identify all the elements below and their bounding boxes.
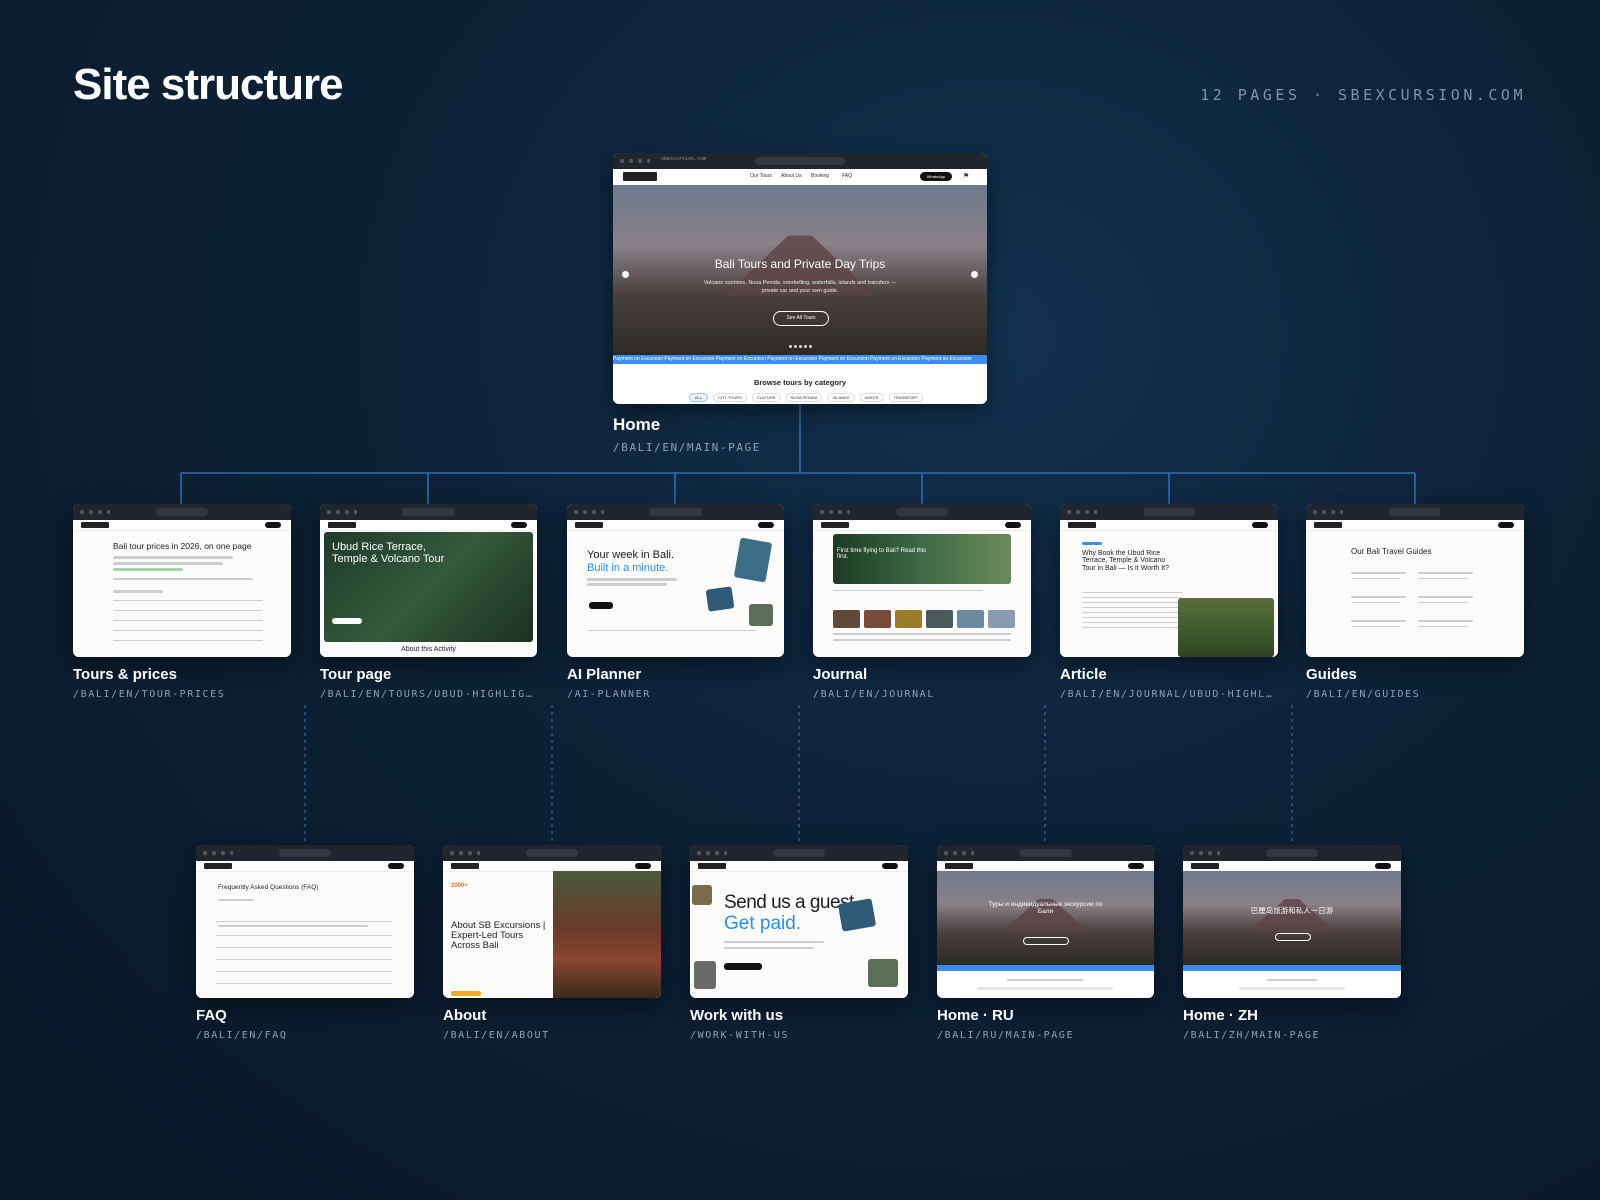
logo	[623, 172, 657, 181]
node-path: /WORK-WITH-US	[690, 1030, 790, 1041]
thumb-headline: Ubud Rice Terrace, Temple & Volcano Tour	[332, 541, 445, 565]
home-thumbnail[interactable]: sbexcursion.com Our Tours About Us Booki…	[613, 153, 987, 404]
chip-city-tours[interactable]: CITY TOURS	[712, 393, 747, 402]
language-icon[interactable]: ⚑	[963, 172, 969, 180]
node-name: Guides	[1306, 666, 1357, 683]
thumb-headline: About SB Excursions | Expert-Led Tours A…	[451, 920, 546, 951]
node-journal[interactable]: First time flying to Bali? Read this fir…	[813, 504, 1031, 700]
book-now-button[interactable]	[332, 618, 362, 624]
node-home-zh[interactable]: 巴厘岛旅游和私人一日游 Home · ZH /BALI/ZH/MAIN-PAGE	[1183, 845, 1401, 1041]
payment-strip: Payment on Excursion Payment on Excursio…	[613, 355, 987, 364]
nav-item-booking[interactable]: Booking	[811, 173, 829, 179]
node-home[interactable]: sbexcursion.com Our Tours About Us Booki…	[613, 153, 987, 454]
home-zh-thumbnail[interactable]: 巴厘岛旅游和私人一日游	[1183, 845, 1401, 998]
ai-planner-thumbnail[interactable]: Your week in Bali. Built in a minute.	[567, 504, 784, 657]
node-ai-planner[interactable]: Your week in Bali. Built in a minute. AI…	[567, 504, 784, 700]
hero-title: Bali Tours and Private Day Trips	[714, 257, 886, 271]
carousel-dots[interactable]	[788, 345, 812, 348]
node-path: /BALI/EN/ABOUT	[443, 1030, 550, 1041]
hero-subtitle: Volcano sunrises, Nusa Penida, snorkelli…	[703, 280, 897, 294]
chip-nusa-penida[interactable]: NUSA PENIDA	[785, 393, 823, 402]
thumb-headline-accent: Built in a minute.	[587, 562, 669, 574]
node-faq[interactable]: Frequently Asked Questions (FAQ) FAQ /BA…	[196, 845, 414, 1041]
node-name: Journal	[813, 666, 868, 683]
chip-all[interactable]: ALL	[688, 393, 708, 402]
journal-cards	[833, 610, 1015, 628]
node-name: Work with us	[690, 1007, 784, 1024]
thumb-headline: Why Book the Ubud Rice Terrace, Temple &…	[1082, 550, 1170, 572]
see-all-tours-button[interactable]: See All Tours	[773, 311, 829, 326]
node-work-with-us[interactable]: Send us a guest. Get paid. Work with us …	[690, 845, 908, 1041]
home-navbar: Our Tours About Us Booking FAQ WhatsApp …	[613, 169, 987, 185]
chip-islands[interactable]: ISLANDS	[827, 393, 855, 402]
node-path: /BALI/EN/MAIN-PAGE	[613, 441, 762, 454]
node-name: Home	[613, 415, 661, 434]
about-activity-heading: About this Activity	[401, 646, 456, 653]
nav-item-about[interactable]: About Us	[781, 173, 802, 179]
browse-heading: Browse tours by category	[753, 378, 847, 387]
thumb-headline: Our Bali Travel Guides	[1351, 547, 1432, 556]
thumb-headline-accent: Get paid.	[724, 913, 802, 934]
node-name: Home · ZH	[1183, 1007, 1258, 1024]
journal-thumbnail[interactable]: First time flying to Bali? Read this fir…	[813, 504, 1031, 657]
tour-page-thumbnail[interactable]: Ubud Rice Terrace, Temple & Volcano Tour…	[320, 504, 537, 657]
article-thumbnail[interactable]: Why Book the Ubud Rice Terrace, Temple &…	[1060, 504, 1278, 657]
hero: Bali Tours and Private Day Trips Volcano…	[613, 185, 987, 355]
node-path: /AI-PLANNER	[567, 689, 651, 700]
node-path: /BALI/EN/GUIDES	[1306, 689, 1421, 700]
about-thumbnail[interactable]: 2000+ About SB Excursions | Expert-Led T…	[443, 845, 661, 998]
node-name: Tours & prices	[73, 666, 177, 683]
node-home-ru[interactable]: Туры и индивидуальные экскурсии по Бали …	[937, 845, 1154, 1041]
node-path: /BALI/EN/FAQ	[196, 1030, 288, 1041]
node-name: AI Planner	[567, 666, 642, 683]
thumb-headline: Туры и индивидуальные экскурсии по Бали	[988, 901, 1103, 915]
node-tours-prices[interactable]: Bali tour prices in 2026, on one page To…	[73, 504, 291, 700]
home-label: Home /BALI/EN/MAIN-PAGE	[613, 415, 761, 454]
node-guides[interactable]: Our Bali Travel Guides Guides /BALI/EN/G…	[1306, 504, 1524, 700]
solid-connectors	[180, 404, 1416, 504]
node-name: Home · RU	[937, 1007, 1014, 1024]
node-name: Article	[1060, 666, 1107, 683]
tours-prices-thumbnail[interactable]: Bali tour prices in 2026, on one page	[73, 504, 291, 657]
chip-water[interactable]: WATER	[859, 393, 884, 402]
browser-chrome: sbexcursion.com	[613, 153, 987, 169]
work-with-us-thumbnail[interactable]: Send us a guest. Get paid.	[690, 845, 908, 998]
thumb-headline: Frequently Asked Questions (FAQ)	[218, 884, 319, 891]
category-chips: ALL CITY TOURS CULTURE NUSA PENIDA ISLAN…	[685, 393, 927, 402]
node-path: /BALI/EN/JOURNAL/UBUD-HIGHLIGHTS-WORTH-I…	[1060, 689, 1278, 700]
node-path: /BALI/EN/TOUR-PRICES	[73, 689, 226, 700]
node-tour-page[interactable]: Ubud Rice Terrace, Temple & Volcano Tour…	[320, 504, 537, 700]
carousel-next-icon[interactable]	[971, 271, 978, 278]
node-name: About	[443, 1007, 487, 1024]
thumb-headline: Your week in Bali.	[587, 549, 675, 561]
chip-culture[interactable]: CULTURE	[751, 393, 781, 402]
about-badge: 2000+	[451, 883, 468, 889]
thumb-headline: Bali tour prices in 2026, on one page	[113, 541, 252, 551]
home-ru-thumbnail[interactable]: Туры и индивидуальные экскурсии по Бали	[937, 845, 1154, 998]
node-path: /BALI/ZH/MAIN-PAGE	[1183, 1030, 1321, 1041]
chip-transport[interactable]: TRANSPORT	[888, 393, 924, 402]
thumb-headline: 巴厘岛旅游和私人一日游	[1250, 906, 1334, 915]
thumb-headline: First time flying to Bali? Read this fir…	[837, 548, 927, 561]
nav-item-faq[interactable]: FAQ	[842, 173, 852, 179]
node-path: /BALI/RU/MAIN-PAGE	[937, 1030, 1075, 1041]
node-path: /BALI/EN/JOURNAL	[813, 689, 935, 700]
node-name: Tour page	[320, 666, 392, 683]
node-article[interactable]: Why Book the Ubud Rice Terrace, Temple &…	[1060, 504, 1278, 700]
nav-item-tours[interactable]: Our Tours	[750, 173, 772, 179]
whatsapp-button[interactable]: WhatsApp	[920, 172, 952, 181]
dashed-connectors	[304, 705, 1293, 845]
carousel-prev-icon[interactable]	[622, 271, 629, 278]
node-about[interactable]: 2000+ About SB Excursions | Expert-Led T…	[443, 845, 661, 1041]
browser-url: sbexcursion.com	[661, 156, 707, 162]
faq-thumbnail[interactable]: Frequently Asked Questions (FAQ)	[196, 845, 414, 998]
temple-image	[553, 871, 661, 998]
node-path: /BALI/EN/TOURS/UBUD-HIGHLIGHTS-RICE-TERR…	[320, 689, 537, 700]
guides-thumbnail[interactable]: Our Bali Travel Guides	[1306, 504, 1524, 657]
node-name: FAQ	[196, 1007, 227, 1024]
